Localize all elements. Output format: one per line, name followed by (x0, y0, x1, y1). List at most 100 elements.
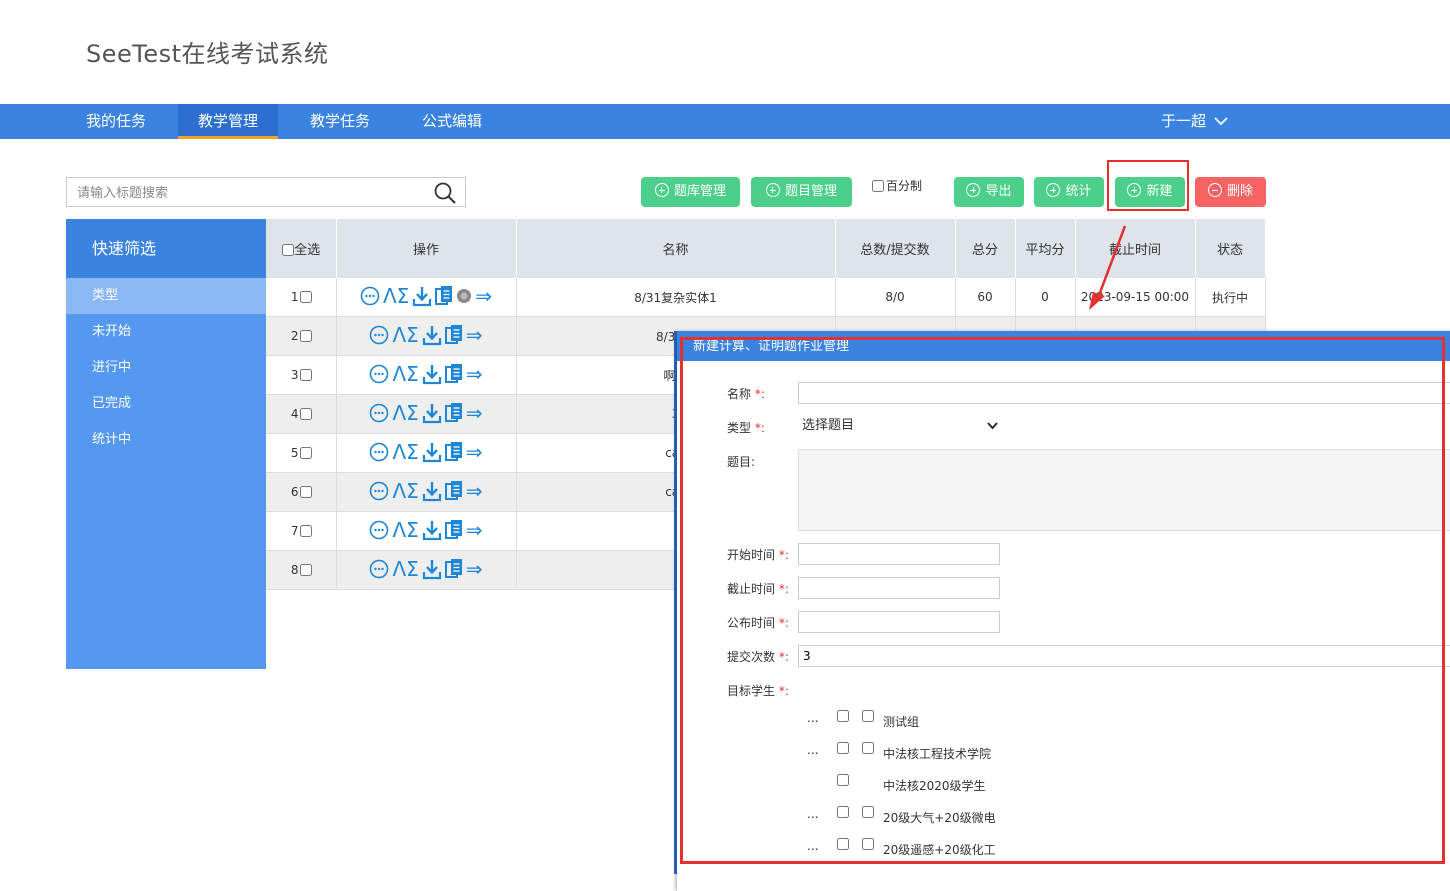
formula-icon[interactable]: ΛΣ (392, 559, 418, 579)
copy-icon[interactable] (444, 324, 463, 346)
row-checkbox[interactable] (299, 291, 312, 303)
nav-my-tasks[interactable]: 我的任务 (66, 104, 166, 139)
more-icon[interactable] (369, 559, 389, 579)
row-select-cell[interactable]: 8 (266, 550, 337, 590)
filter-not-started[interactable]: 未开始 (66, 314, 266, 350)
group-expand-checkbox[interactable] (837, 838, 849, 850)
formula-icon[interactable]: ΛΣ (392, 325, 418, 345)
formula-icon[interactable]: ΛΣ (383, 286, 409, 306)
nav-teaching-manage[interactable]: 教学管理 (178, 104, 278, 139)
row-checkbox[interactable] (299, 408, 312, 420)
go-icon[interactable]: ⇒ (466, 481, 483, 501)
record-icon[interactable] (456, 288, 472, 304)
percent-checkbox[interactable] (872, 180, 884, 192)
formula-icon[interactable]: ΛΣ (392, 403, 418, 423)
copy-icon[interactable] (444, 558, 463, 580)
question-manage-button[interactable]: 题目管理 (751, 177, 852, 207)
download-icon[interactable] (422, 519, 442, 541)
copy-icon[interactable] (444, 363, 463, 385)
expand-dots[interactable]: ... (807, 743, 818, 757)
row-name[interactable]: 8/31复杂实体1 (516, 278, 836, 317)
search-input[interactable] (67, 178, 419, 208)
row-select-cell[interactable]: 3 (266, 355, 337, 395)
copy-icon[interactable] (444, 441, 463, 463)
row-select-cell[interactable]: 2 (266, 316, 337, 356)
group-expand-checkbox[interactable] (837, 710, 849, 722)
download-icon[interactable] (422, 363, 442, 385)
more-icon[interactable] (360, 286, 380, 306)
go-icon[interactable]: ⇒ (466, 364, 483, 384)
more-icon[interactable] (369, 520, 389, 540)
more-icon[interactable] (369, 364, 389, 384)
group-expand-checkbox[interactable] (837, 742, 849, 754)
expand-dots[interactable]: ... (807, 711, 818, 725)
download-icon[interactable] (422, 441, 442, 463)
group-checkbox[interactable] (862, 838, 874, 850)
select-all-header[interactable]: 全选 (266, 219, 337, 278)
row-select-cell[interactable]: 1 (266, 278, 337, 317)
row-checkbox[interactable] (299, 525, 312, 537)
formula-icon[interactable]: ΛΣ (392, 364, 418, 384)
row-select-cell[interactable]: 4 (266, 394, 337, 434)
question-bank-button[interactable]: 题库管理 (641, 177, 740, 207)
percent-toggle[interactable]: 百分制 (872, 177, 922, 194)
nav-teaching-tasks[interactable]: 教学任务 (290, 104, 390, 139)
filter-completed[interactable]: 已完成 (66, 386, 266, 422)
more-icon[interactable] (369, 481, 389, 501)
row-checkbox[interactable] (299, 447, 312, 459)
row-ops-cell: ΛΣ ⇒ (336, 394, 517, 434)
start-time-input[interactable] (798, 543, 1000, 565)
name-input[interactable] (798, 382, 1450, 404)
go-icon[interactable]: ⇒ (466, 442, 483, 462)
deadline-input[interactable] (798, 577, 1000, 599)
user-menu[interactable]: 于一超 (1161, 104, 1228, 139)
copy-icon[interactable] (444, 480, 463, 502)
group-checkbox[interactable] (862, 710, 874, 722)
question-textarea[interactable] (798, 449, 1450, 531)
select-all-checkbox[interactable] (282, 244, 295, 256)
go-icon[interactable]: ⇒ (466, 325, 483, 345)
group-expand-checkbox[interactable] (837, 774, 849, 786)
row-checkbox[interactable] (299, 330, 312, 342)
group-checkbox[interactable] (862, 806, 874, 818)
formula-icon[interactable]: ΛΣ (392, 481, 418, 501)
nav-formula-editor[interactable]: 公式编辑 (402, 104, 502, 139)
search-icon[interactable] (433, 181, 457, 205)
group-checkbox[interactable] (862, 742, 874, 754)
expand-dots[interactable]: ... (807, 839, 818, 853)
submit-count-input[interactable] (798, 645, 1450, 667)
download-icon[interactable] (422, 480, 442, 502)
group-expand-checkbox[interactable] (837, 806, 849, 818)
row-checkbox[interactable] (299, 564, 312, 576)
filter-type[interactable]: 类型 (66, 278, 266, 314)
go-icon[interactable]: ⇒ (475, 286, 492, 306)
download-icon[interactable] (412, 285, 432, 307)
more-icon[interactable] (369, 403, 389, 423)
go-icon[interactable]: ⇒ (466, 559, 483, 579)
copy-icon[interactable] (444, 519, 463, 541)
go-icon[interactable]: ⇒ (466, 403, 483, 423)
more-icon[interactable] (369, 442, 389, 462)
row-select-cell[interactable]: 5 (266, 433, 337, 473)
copy-icon[interactable] (435, 285, 453, 307)
download-icon[interactable] (422, 324, 442, 346)
publish-time-input[interactable] (798, 611, 1000, 633)
filter-in-progress[interactable]: 进行中 (66, 350, 266, 386)
download-icon[interactable] (422, 558, 442, 580)
row-checkbox[interactable] (299, 486, 312, 498)
formula-icon[interactable]: ΛΣ (392, 520, 418, 540)
expand-dots[interactable]: ... (807, 807, 818, 821)
more-icon[interactable] (369, 325, 389, 345)
row-select-cell[interactable]: 6 (266, 472, 337, 512)
row-select-cell[interactable]: 7 (266, 511, 337, 551)
filter-counting[interactable]: 统计中 (66, 422, 266, 458)
type-select[interactable]: 选择题目 (798, 415, 1002, 437)
delete-button[interactable]: 删除 (1195, 177, 1266, 207)
go-icon[interactable]: ⇒ (466, 520, 483, 540)
copy-icon[interactable] (444, 402, 463, 424)
download-icon[interactable] (422, 402, 442, 424)
stats-button[interactable]: 统计 (1034, 177, 1104, 207)
formula-icon[interactable]: ΛΣ (392, 442, 418, 462)
row-checkbox[interactable] (299, 369, 312, 381)
export-button[interactable]: 导出 (954, 177, 1024, 207)
